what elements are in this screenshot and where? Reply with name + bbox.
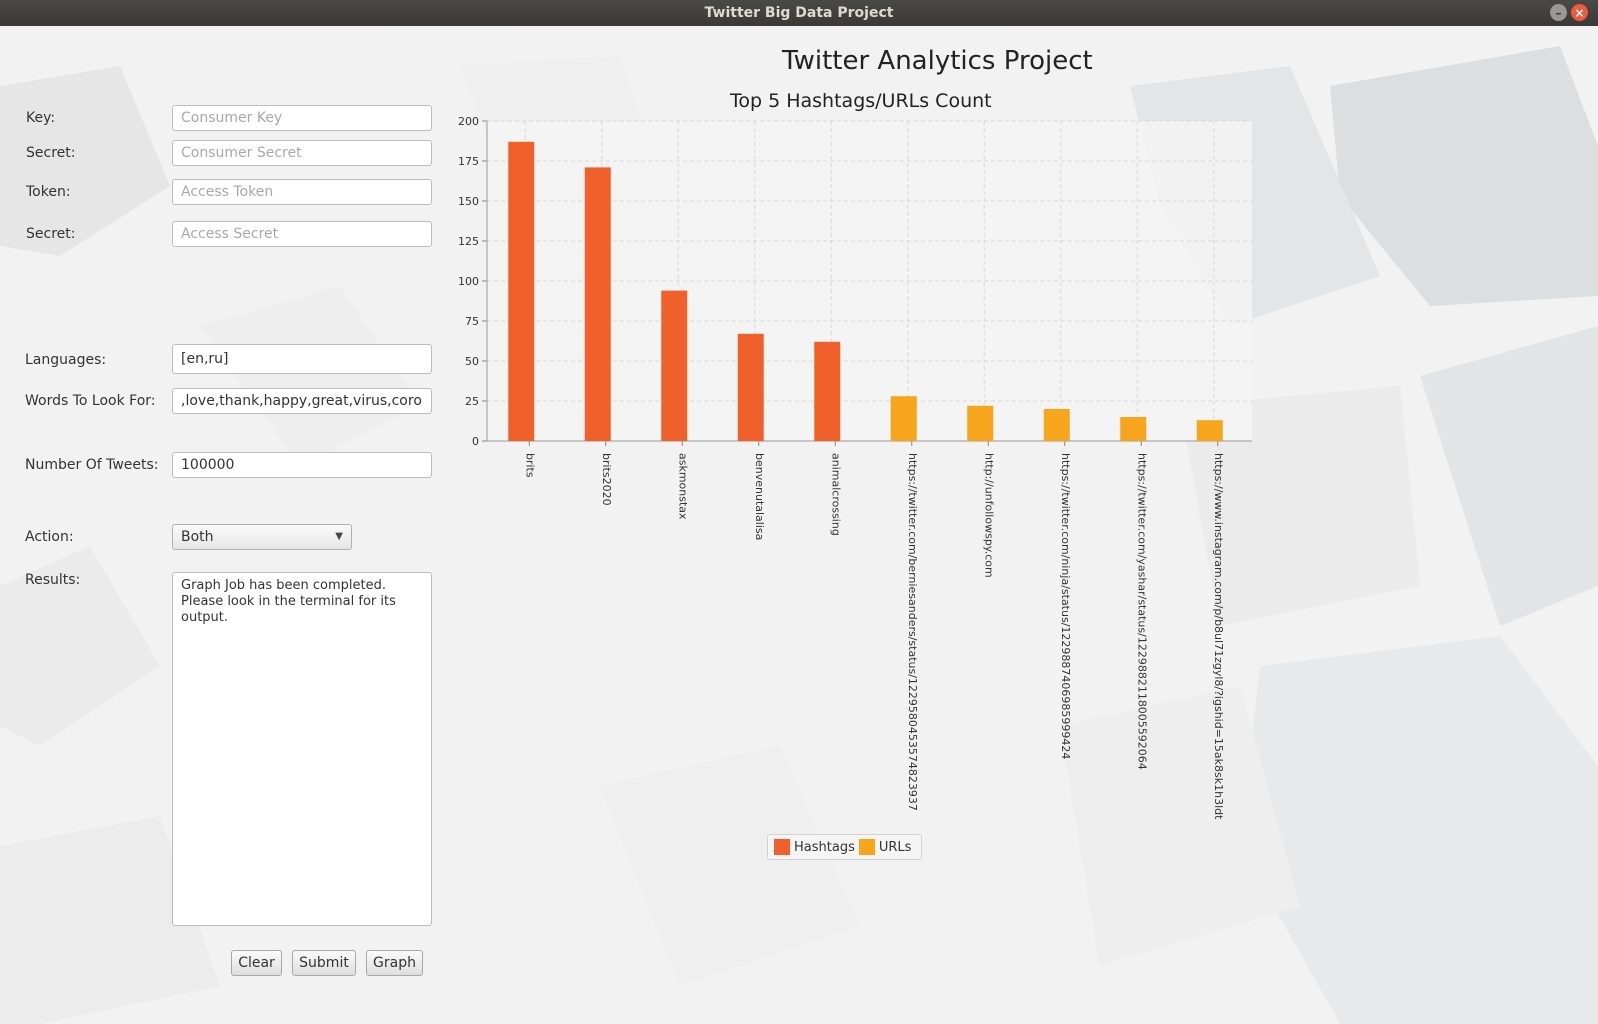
legend-item-hashtags: Hashtags [774,839,855,855]
x-tick-label: benvenutalalisa [753,453,766,540]
bar-urls-6 [967,405,994,441]
x-tick-label: brits [523,453,536,478]
minimize-icon[interactable]: – [1550,4,1567,21]
x-tick-label: http://unfollowspy.com [982,453,995,578]
bar-hashtags-4 [814,341,841,441]
y-tick-label: 150 [458,195,479,208]
legend-swatch-urls [858,839,875,855]
y-tick-label: 50 [465,355,479,368]
y-tick-label: 200 [458,115,479,128]
x-tick-label: askmonstax [676,453,689,520]
x-tick-label: animalcrossing [829,453,842,536]
x-tick-label: https://twitter.com/berniesanders/status… [906,453,919,811]
bar-chart: 0 25 50 75 100 125 150 175 200 brits brits2020 askm… [458,115,1252,820]
bar-urls-7 [1043,409,1070,441]
x-tick-label: https://twitter.com/ninja/status/1229887… [1059,453,1072,759]
window-titlebar[interactable]: Twitter Big Data Project – × [0,0,1598,26]
x-tick-label: brits2020 [600,453,613,506]
bar-hashtags-1 [584,167,611,441]
bar-hashtags-3 [737,333,764,441]
y-tick-label: 175 [458,155,479,168]
window-controls: – × [1550,4,1588,21]
y-tick-label: 25 [465,395,479,408]
y-tick-label: 75 [465,315,479,328]
window-title: Twitter Big Data Project [704,5,894,21]
legend-item-urls: URLs [858,839,912,855]
x-tick-label: https://twitter.com/yashar/status/122988… [1135,453,1148,770]
chart-legend: Hashtags URLs [767,834,923,860]
legend-label-urls: URLs [878,839,912,855]
y-tick-label: 100 [458,275,479,288]
close-icon[interactable]: × [1571,4,1588,21]
bar-hashtags-2 [661,290,688,441]
bar-urls-8 [1120,417,1147,441]
legend-label-hashtags: Hashtags [794,839,855,855]
y-tick-label: 125 [458,235,479,248]
y-tick-label: 0 [472,435,479,448]
bar-urls-5 [890,396,917,441]
bar-urls-9 [1196,420,1223,441]
x-tick-label: https://www.instagram.com/p/b8ul71zgyl8/… [1212,453,1225,820]
legend-swatch-hashtags [774,839,790,855]
app-content: Key: Secret: Token: Secret: Languages: W… [0,26,1598,1024]
bar-hashtags-0 [508,141,535,442]
